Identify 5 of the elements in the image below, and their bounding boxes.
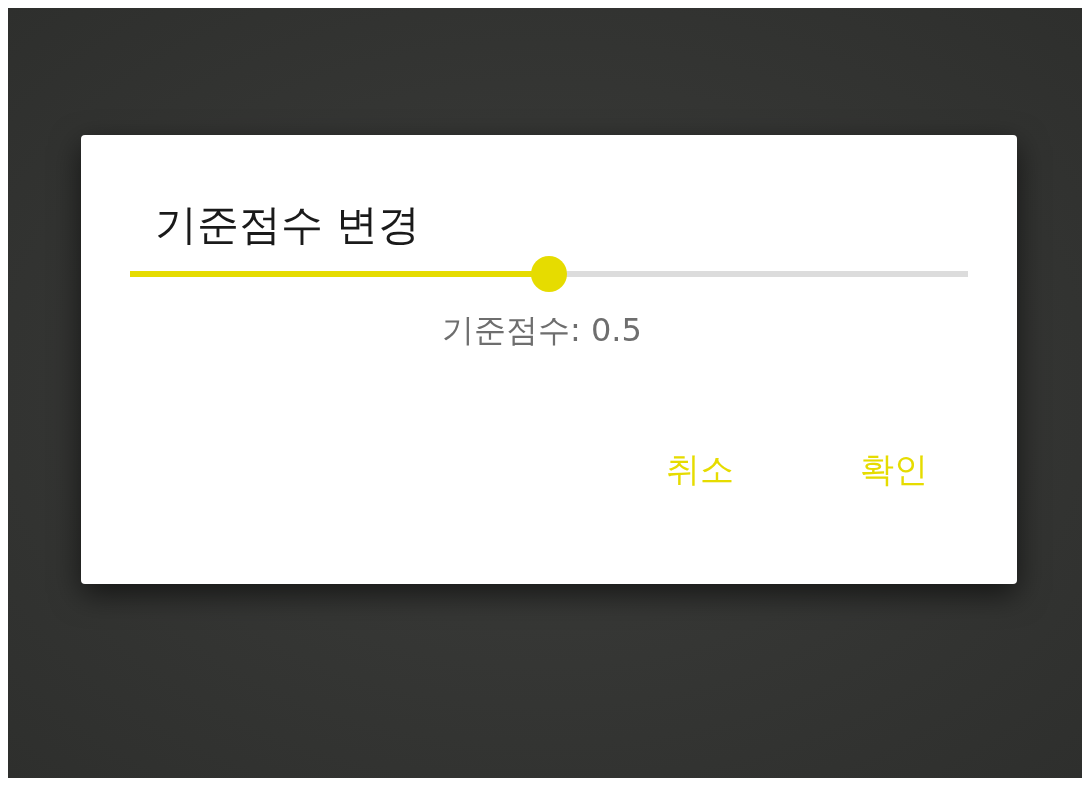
cancel-button[interactable]: 취소 — [658, 443, 742, 497]
score-reading: 기준점수: 0.5 — [442, 310, 642, 351]
confirm-button[interactable]: 확인 — [852, 443, 936, 497]
dialog-title: 기준점수 변경 — [155, 199, 422, 251]
slider-thumb[interactable] — [531, 256, 567, 292]
